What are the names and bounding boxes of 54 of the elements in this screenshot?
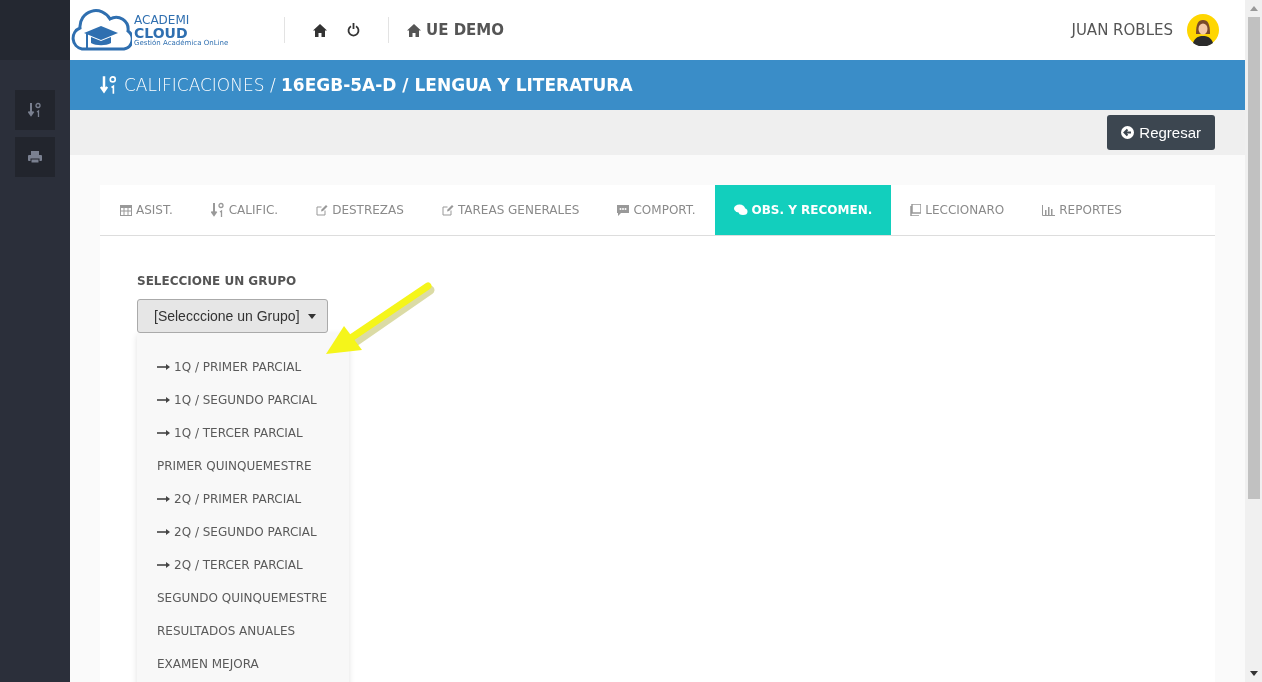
dropdown-option[interactable]: 1Q / TERCER PARCIAL <box>137 416 323 449</box>
arrow-icon <box>157 429 170 436</box>
tab[interactable]: LECCIONARO <box>891 185 1024 235</box>
home-icon <box>407 23 421 37</box>
arrow-icon <box>157 561 170 568</box>
grades-button[interactable] <box>15 90 55 130</box>
power-button[interactable] <box>347 23 360 37</box>
power-icon <box>347 23 360 37</box>
scrollbar-thumb[interactable] <box>1247 17 1260 499</box>
back-arrow-icon <box>1121 126 1135 139</box>
avatar-icon[interactable] <box>1187 14 1219 46</box>
home-icon <box>313 23 327 37</box>
dropdown-option[interactable]: EXAMEN MEJORA <box>137 647 279 680</box>
arrow-icon <box>157 396 170 403</box>
edit-icon <box>441 204 454 216</box>
arrow-icon <box>157 495 170 502</box>
dropdown-option[interactable]: RESULTADOS ANUALES <box>137 614 316 647</box>
print-icon <box>28 151 42 163</box>
dropdown-option[interactable]: 2Q / PRIMER PARCIAL <box>137 482 322 515</box>
home-button[interactable] <box>313 23 327 37</box>
caret-icon <box>307 313 316 319</box>
sort-icon <box>100 75 118 95</box>
edit-icon <box>316 204 329 216</box>
tab[interactable]: TAREAS GENERALES <box>422 185 599 235</box>
tab[interactable]: REPORTES <box>1023 185 1141 235</box>
dropdown-option[interactable]: 1Q / SEGUNDO PARCIAL <box>137 383 337 416</box>
sort-icon <box>210 202 225 218</box>
logo-text: ACADEMI <box>134 13 191 26</box>
calendar-icon <box>120 204 132 216</box>
tab[interactable]: DESTREZAS <box>297 185 423 235</box>
bar-chart-icon <box>1042 204 1056 216</box>
dropdown-option[interactable]: SEGUNDO QUINQUEMESTRE <box>137 581 348 614</box>
arrow-icon <box>157 528 170 535</box>
dropdown-option[interactable]: 2Q / TERCER PARCIAL <box>137 548 323 581</box>
tab[interactable]: CALIFIC. <box>191 185 298 235</box>
breadcrumb: CALIFICACIONES / 16EGB-5A-D / LENGUA Y LITERATURA <box>124 75 633 95</box>
school-name: UE DEMO <box>426 21 505 39</box>
tab[interactable]: COMPORT. <box>598 185 715 235</box>
group-label: SELECCIONE UN GRUPO <box>137 274 298 288</box>
group-dropdown[interactable]: [Selecccione un Grupo] <box>137 299 328 333</box>
book-icon <box>910 204 922 216</box>
logo-text: CLOUD <box>134 25 188 40</box>
arrow-icon <box>157 363 170 370</box>
scroll-down-icon[interactable] <box>1249 671 1258 676</box>
sort-icon <box>28 102 42 118</box>
print-button[interactable] <box>15 137 55 177</box>
back-button[interactable]: Regresar <box>1107 115 1215 150</box>
comments-icon <box>733 204 748 216</box>
comment-icon <box>617 204 630 216</box>
dropdown-option[interactable]: 1Q / PRIMER PARCIAL <box>137 350 322 383</box>
dropdown-option[interactable]: PRIMER QUINQUEMESTRE <box>137 449 332 482</box>
dropdown-option[interactable]: 2Q / SEGUNDO PARCIAL <box>137 515 337 548</box>
user-name: JUAN ROBLES <box>1071 21 1173 39</box>
tab[interactable]: ASIST. <box>101 185 192 235</box>
